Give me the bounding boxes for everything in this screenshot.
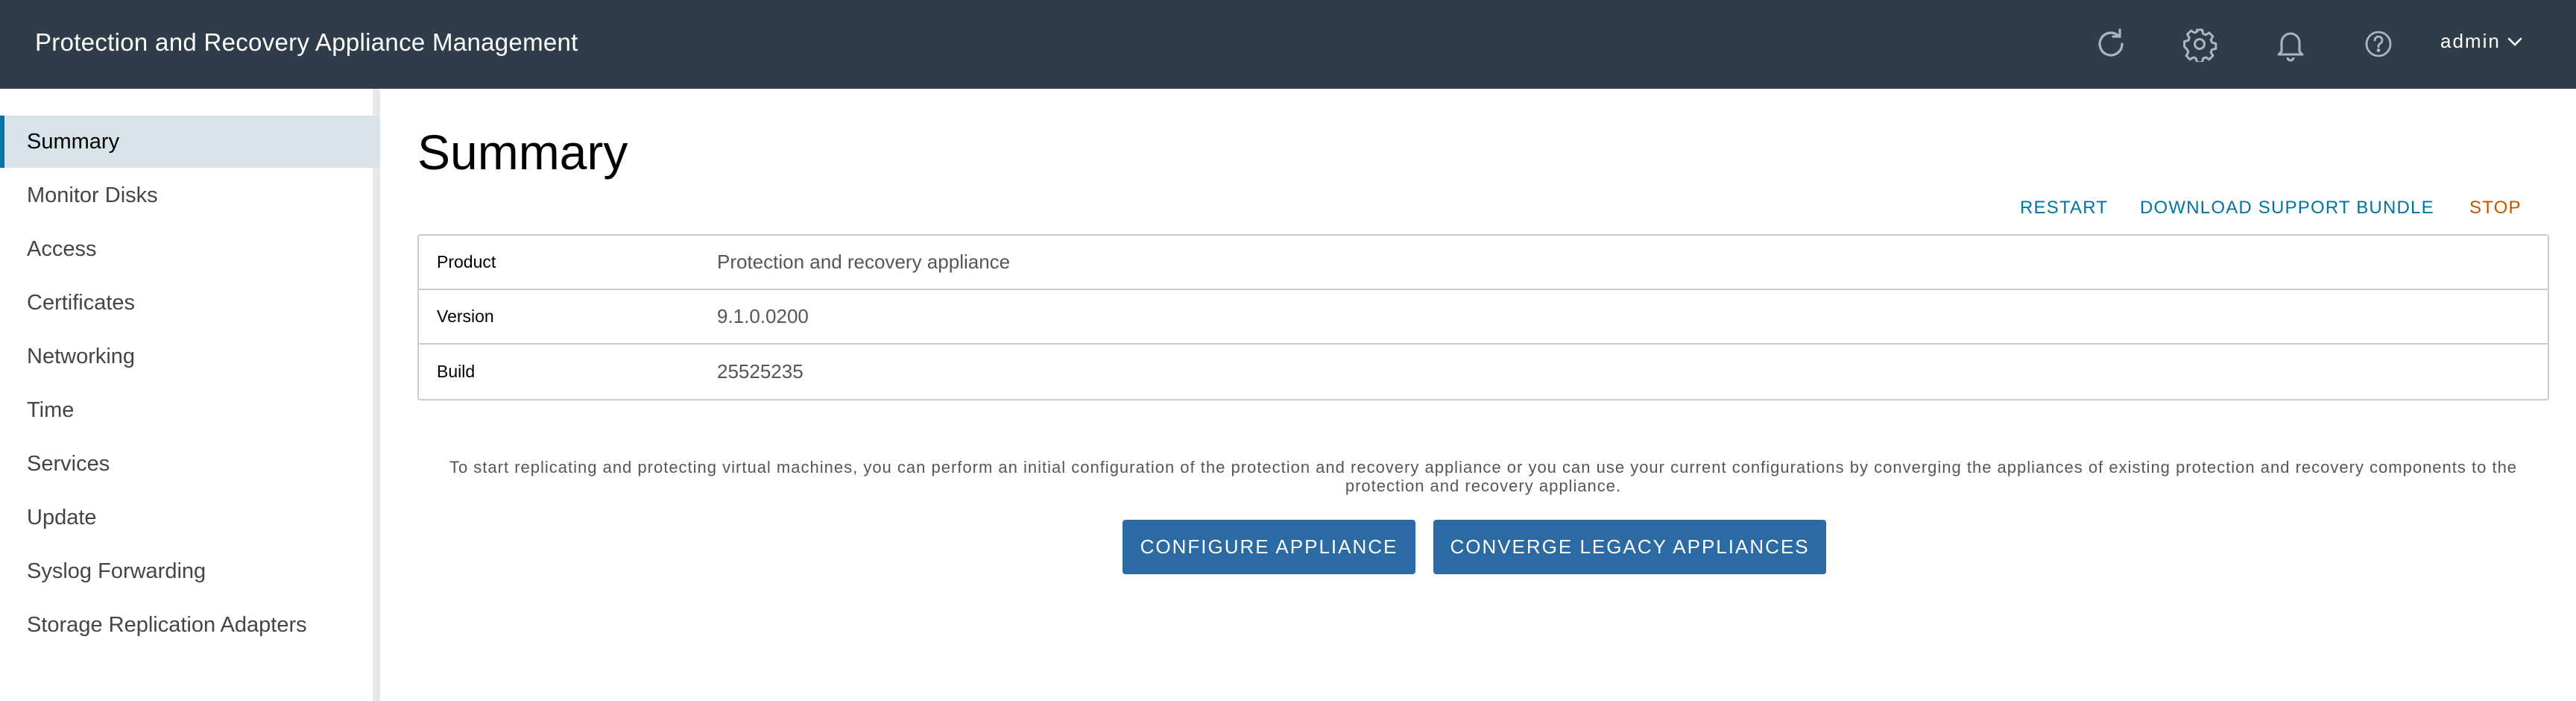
stop-link[interactable]: STOP xyxy=(2469,198,2522,219)
sidebar-item-summary[interactable]: Summary xyxy=(0,116,380,168)
sidebar-item-monitor-disks[interactable]: Monitor Disks xyxy=(0,169,380,221)
refresh-icon[interactable] xyxy=(2092,25,2130,63)
converge-legacy-appliances-button[interactable]: CONVERGE LEGACY APPLIANCES xyxy=(1433,520,1826,574)
sidebar-item-syslog-forwarding[interactable]: Syslog Forwarding xyxy=(0,545,380,597)
configure-appliance-button[interactable]: CONFIGURE APPLIANCE xyxy=(1123,520,1415,574)
table-row: Product Protection and recovery applianc… xyxy=(419,236,2548,290)
sidebar-item-certificates[interactable]: Certificates xyxy=(0,277,380,329)
user-menu[interactable]: admin xyxy=(2440,30,2525,53)
version-label: Version xyxy=(437,307,494,326)
page-title: Summary xyxy=(417,125,628,180)
table-row: Build 25525235 xyxy=(419,345,2548,399)
intro-description: To start replicating and protecting virt… xyxy=(449,458,2518,495)
app-title: Protection and Recovery Appliance Manage… xyxy=(35,28,578,56)
chevron-down-icon xyxy=(2507,37,2522,46)
product-label: Product xyxy=(437,252,496,271)
summary-table: Product Protection and recovery applianc… xyxy=(417,234,2549,400)
table-row: Version 9.1.0.0200 xyxy=(419,290,2548,345)
version-value: 9.1.0.0200 xyxy=(717,305,809,327)
build-label: Build xyxy=(437,362,476,381)
sidebar-nav: Summary Monitor Disks Access Certificate… xyxy=(0,89,380,701)
sidebar-item-access[interactable]: Access xyxy=(0,223,380,275)
product-value: Protection and recovery appliance xyxy=(717,251,1011,273)
sidebar-item-time[interactable]: Time xyxy=(0,384,380,436)
sidebar-item-storage-replication-adapters[interactable]: Storage Replication Adapters xyxy=(0,599,380,651)
gear-icon[interactable] xyxy=(2180,25,2219,63)
sidebar-item-update[interactable]: Update xyxy=(0,491,380,544)
download-support-bundle-link[interactable]: DOWNLOAD SUPPORT BUNDLE xyxy=(2140,198,2434,219)
sidebar-item-services[interactable]: Services xyxy=(0,438,380,490)
sidebar-item-networking[interactable]: Networking xyxy=(0,330,380,383)
bell-icon[interactable] xyxy=(2271,25,2310,63)
top-header: Protection and Recovery Appliance Manage… xyxy=(0,0,2576,89)
user-name: admin xyxy=(2440,30,2501,52)
help-icon[interactable] xyxy=(2359,25,2398,63)
restart-link[interactable]: RESTART xyxy=(2020,198,2108,219)
build-value: 25525235 xyxy=(717,360,804,383)
